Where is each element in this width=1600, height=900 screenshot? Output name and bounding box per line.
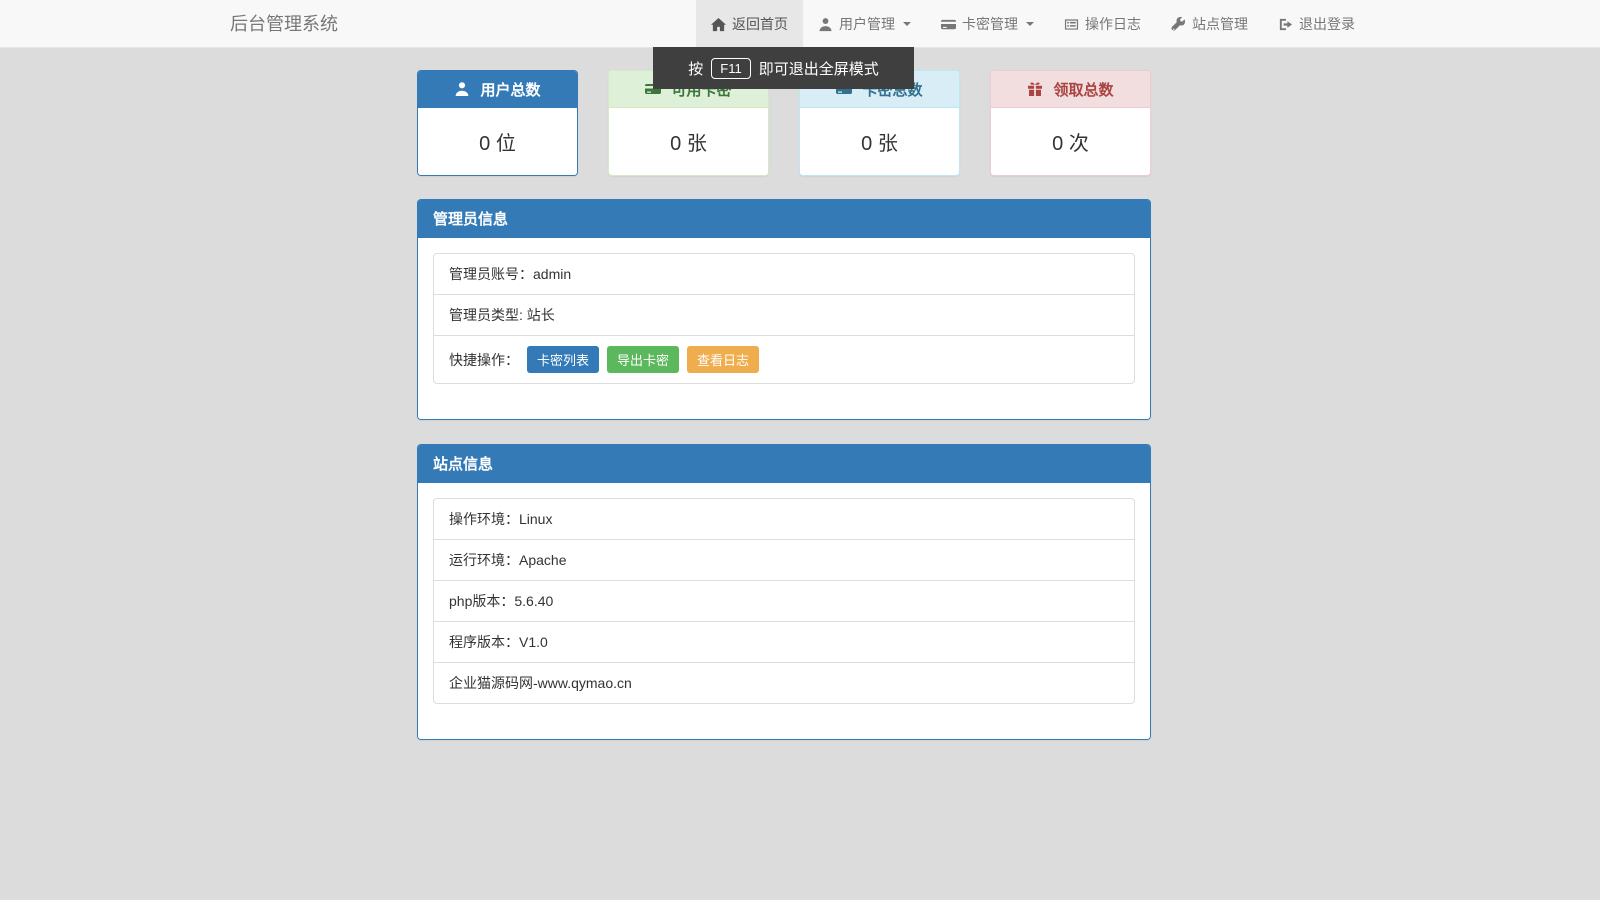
export-cards-button[interactable]: 导出卡密 (607, 346, 679, 373)
user-icon (454, 81, 470, 97)
stat-card-title: 领取总数 (1053, 79, 1113, 100)
runtime-env-row: 运行环境：Apache (434, 539, 1134, 580)
nav-item-home[interactable]: 返回首页 (696, 0, 803, 48)
nav-item-label: 返回首页 (732, 14, 788, 34)
user-icon (818, 17, 833, 32)
home-icon (711, 17, 726, 32)
nav-item-label: 操作日志 (1085, 14, 1141, 34)
navbar-menu: 返回首页 用户管理 卡密管理 操作日志 站点管理 退出 (696, 0, 1370, 48)
toast-text-prefix: 按 (688, 58, 703, 79)
gift-icon (1027, 81, 1043, 97)
source-site-row: 企业猫源码网-www.qymao.cn (434, 662, 1134, 703)
caret-down-icon (903, 22, 911, 26)
app-title[interactable]: 后台管理系统 (230, 0, 338, 48)
caret-down-icon (1026, 22, 1034, 26)
toast-text-suffix: 即可退出全屏模式 (759, 58, 879, 79)
nav-item-label: 卡密管理 (962, 14, 1018, 34)
top-navbar: 后台管理系统 返回首页 用户管理 卡密管理 操作日志 站点 (0, 0, 1600, 48)
wrench-icon (1171, 17, 1186, 32)
stat-card-value: 0 张 (609, 108, 768, 175)
program-version-row: 程序版本：V1.0 (434, 621, 1134, 662)
f11-key-badge: F11 (711, 58, 750, 79)
logout-icon (1278, 17, 1293, 32)
main-content: 用户总数 0 位 可用卡密 0 张 卡密总数 0 张 领取总数 0 次 (417, 48, 1151, 740)
stat-card-users: 用户总数 0 位 (417, 70, 578, 176)
view-logs-button[interactable]: 查看日志 (687, 346, 759, 373)
nav-item-operation-log[interactable]: 操作日志 (1049, 0, 1156, 48)
stat-card-header: 领取总数 (991, 71, 1150, 108)
site-info-list: 操作环境：Linux 运行环境：Apache php版本：5.6.40 程序版本… (433, 498, 1135, 704)
admin-info-panel: 管理员信息 管理员账号：admin 管理员类型: 站长 快捷操作： 卡密列表 导… (417, 199, 1151, 420)
quick-actions-label: 快捷操作： (449, 350, 519, 370)
site-info-panel: 站点信息 操作环境：Linux 运行环境：Apache php版本：5.6.40… (417, 444, 1151, 740)
stat-card-value: 0 位 (418, 108, 577, 175)
admin-info-list: 管理员账号：admin 管理员类型: 站长 快捷操作： 卡密列表 导出卡密 查看… (433, 253, 1135, 384)
site-panel-body: 操作环境：Linux 运行环境：Apache php版本：5.6.40 程序版本… (418, 483, 1150, 739)
quick-actions-row: 快捷操作： 卡密列表 导出卡密 查看日志 (434, 335, 1134, 383)
stat-card-claimed: 领取总数 0 次 (990, 70, 1151, 176)
stat-card-value: 0 张 (800, 108, 959, 175)
nav-item-label: 退出登录 (1299, 14, 1355, 34)
navbar-container: 后台管理系统 返回首页 用户管理 卡密管理 操作日志 站点 (215, 0, 1385, 48)
nav-item-site-management[interactable]: 站点管理 (1156, 0, 1263, 48)
stat-card-title: 用户总数 (480, 79, 540, 100)
php-version-row: php版本：5.6.40 (434, 580, 1134, 621)
site-panel-title: 站点信息 (418, 445, 1150, 483)
nav-item-logout[interactable]: 退出登录 (1263, 0, 1370, 48)
admin-panel-body: 管理员账号：admin 管理员类型: 站长 快捷操作： 卡密列表 导出卡密 查看… (418, 238, 1150, 419)
card-list-button[interactable]: 卡密列表 (527, 346, 599, 373)
os-env-row: 操作环境：Linux (434, 499, 1134, 539)
list-alt-icon (1064, 17, 1079, 32)
nav-item-label: 站点管理 (1192, 14, 1248, 34)
admin-panel-title: 管理员信息 (418, 200, 1150, 238)
stat-card-value: 0 次 (991, 108, 1150, 175)
admin-account-row: 管理员账号：admin (434, 254, 1134, 294)
nav-item-label: 用户管理 (839, 14, 895, 34)
stat-card-header: 用户总数 (418, 71, 577, 108)
fullscreen-toast: 按 F11 即可退出全屏模式 (653, 47, 914, 89)
nav-item-user-management[interactable]: 用户管理 (803, 0, 926, 48)
admin-type-row: 管理员类型: 站长 (434, 294, 1134, 335)
nav-item-card-management[interactable]: 卡密管理 (926, 0, 1049, 48)
credit-card-icon (941, 17, 956, 32)
